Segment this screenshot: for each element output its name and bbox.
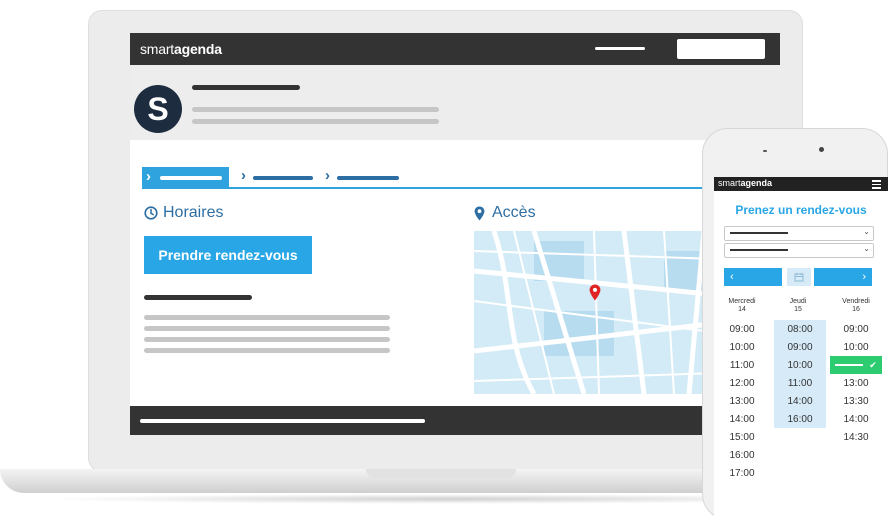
footer-bar [130,406,780,435]
day-number: 14 [738,306,746,313]
step-1[interactable]: › [142,167,229,188]
phone-page-title: Prenez un rendez-vous [735,203,867,217]
acces-heading: Accès [474,204,536,222]
check-icon: ✔ [869,359,877,370]
day-header: Mercredi 14 [720,298,764,314]
text-placeholder [192,107,439,112]
service-select[interactable]: ⌄ [724,226,874,241]
brand-bold: agenda [174,41,222,57]
practitioner-select[interactable]: ⌄ [724,243,874,258]
phone-brand-logo: smartagenda [718,178,772,188]
calendar-button[interactable] [787,268,811,286]
company-logo: S [134,85,182,133]
company-name-placeholder [192,85,300,90]
chevron-right-icon: › [862,271,866,283]
acces-label: Accès [492,204,536,221]
nav-link-placeholder[interactable] [595,47,645,50]
time-slot[interactable]: 09:00 [717,320,767,338]
time-slot[interactable]: 12:00 [717,374,767,392]
next-week-button[interactable]: › [814,268,872,286]
time-slot[interactable]: 13:00 [717,392,767,410]
time-slot[interactable]: 11:00 [774,374,826,392]
brand-light: smart [718,178,741,188]
time-slot[interactable]: 11:00 [717,356,767,374]
text-placeholder [144,295,252,300]
time-slot[interactable]: 13:30 [830,392,882,410]
brand-light: smart [140,41,175,57]
chevron-right-icon: › [241,167,246,184]
time-slot[interactable]: 13:00 [830,374,882,392]
selected-time-slot[interactable]: ✔ [830,356,882,374]
text-placeholder [144,348,390,353]
time-slot[interactable]: 10:00 [774,356,826,374]
main-content: › › › Horaires Prendre rendez-vous Accès [130,140,780,406]
time-slot[interactable]: 16:00 [774,410,826,428]
time-slot[interactable]: 09:00 [774,338,826,356]
slot-column-vendredi: 09:00 10:00 ✔ 13:00 13:30 14:00 14:30 [830,320,882,446]
nav-button-placeholder[interactable] [677,39,765,59]
phone-camera [819,147,824,152]
time-slot[interactable]: 08:00 [774,320,826,338]
text-placeholder [192,119,439,124]
slot-column-jeudi: 08:00 09:00 10:00 11:00 14:00 16:00 [774,320,826,428]
phone-top-bar: smartagenda [714,177,888,191]
text-placeholder [144,337,390,342]
laptop-notch [366,469,516,478]
horaires-label: Horaires [163,204,224,221]
map-marker-icon[interactable] [589,284,601,301]
logo-letter: S [147,90,169,127]
time-slot[interactable]: 17:00 [717,464,767,482]
time-slot[interactable]: 09:00 [830,320,882,338]
time-slot[interactable]: 14:30 [830,428,882,446]
time-slot[interactable]: 15:00 [717,428,767,446]
stepper-underline [142,187,780,189]
chevron-left-icon: ‹ [730,271,734,283]
chevron-right-icon: › [146,168,151,185]
step-label-placeholder [160,176,222,180]
selected-slot-bar [835,364,864,366]
time-slot[interactable]: 14:00 [830,410,882,428]
time-slot[interactable]: 14:00 [717,410,767,428]
footer-text-placeholder [140,419,425,423]
day-header: Jeudi 15 [776,298,820,314]
text-placeholder [144,315,390,320]
brand-bold: agenda [740,178,773,188]
chevron-down-icon: ⌄ [863,244,870,253]
step-2[interactable] [253,176,313,180]
step-3[interactable] [337,176,399,180]
day-name: Jeudi [789,298,807,305]
time-slot[interactable]: 14:00 [774,392,826,410]
chevron-down-icon: ⌄ [863,227,870,236]
top-bar: smartagenda [130,33,780,65]
hamburger-menu-icon[interactable] [872,180,881,189]
phone-speaker [763,150,767,152]
day-header: Vendredi 16 [834,298,878,314]
day-number: 15 [794,306,802,313]
select-value-placeholder [730,249,788,251]
day-name: Mercredi [728,298,756,305]
clock-icon [144,206,158,220]
day-number: 16 [852,306,860,313]
prev-week-button[interactable]: ‹ [724,268,782,286]
time-slot[interactable]: 16:00 [717,446,767,464]
location-pin-icon [474,206,485,220]
day-name: Vendredi [842,298,870,305]
select-value-placeholder [730,232,788,234]
brand-logo[interactable]: smartagenda [140,41,222,57]
laptop-screen: smartagenda S › › › Horaires Prendre ren… [130,33,780,435]
calendar-icon [794,273,804,282]
horaires-heading: Horaires [144,204,223,222]
time-slot[interactable]: 10:00 [717,338,767,356]
time-slot[interactable]: 10:00 [830,338,882,356]
chevron-right-icon: › [325,167,330,184]
slot-column-mercredi: 09:00 10:00 11:00 12:00 13:00 14:00 15:00 16:00… [717,320,767,482]
phone-screen: smartagenda Prenez un rendez-vous ⌄ ⌄ ‹ … [714,177,888,520]
text-placeholder [144,326,390,331]
book-appointment-button[interactable]: Prendre rendez-vous [144,236,312,274]
